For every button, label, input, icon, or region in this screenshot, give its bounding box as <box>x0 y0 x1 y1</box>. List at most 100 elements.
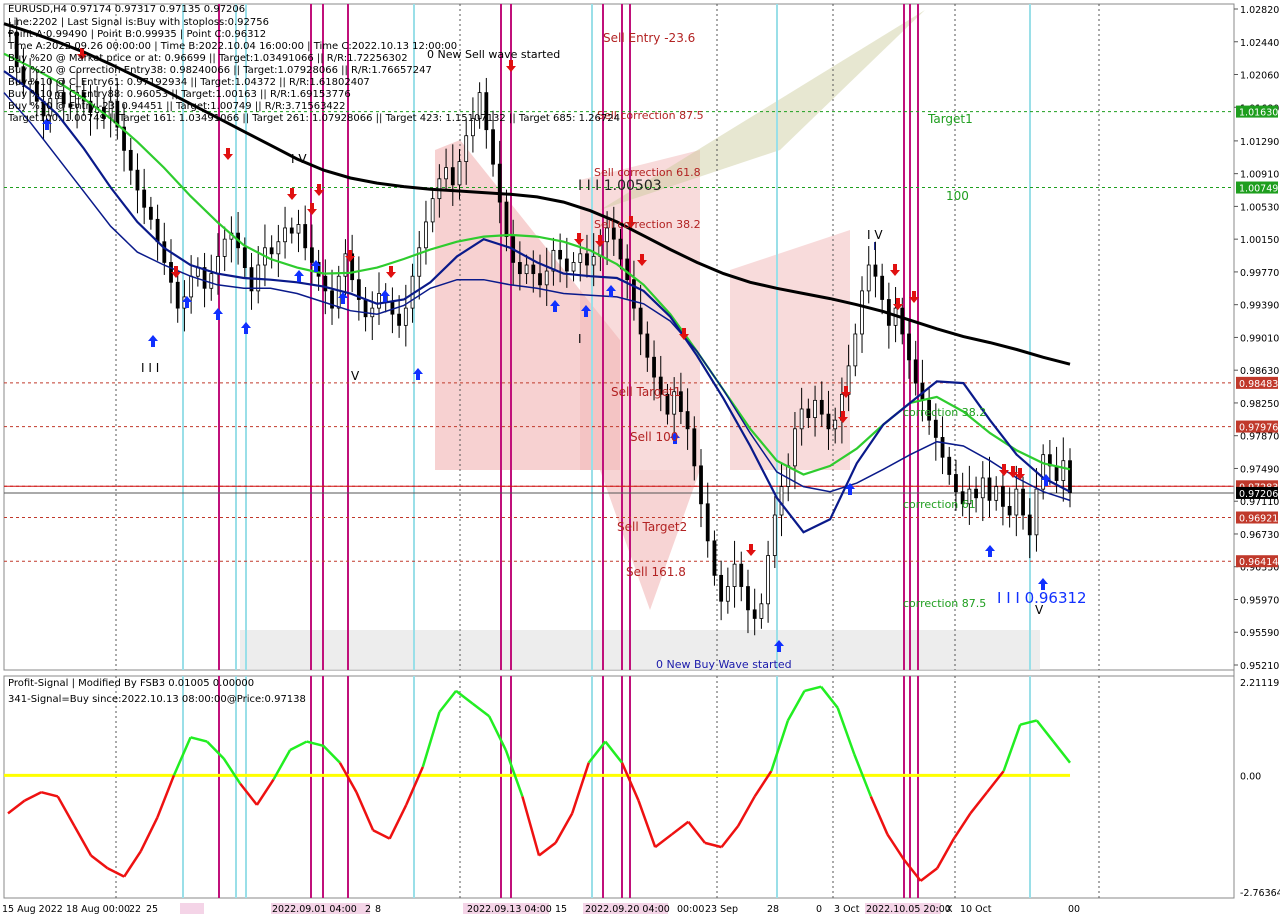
candle-body <box>685 411 690 430</box>
candle-body <box>806 408 811 418</box>
candle-body <box>1068 460 1072 493</box>
candle-body <box>585 253 589 266</box>
time-axis-label: 0 <box>816 904 822 915</box>
candle-body <box>880 275 885 300</box>
candle-body <box>175 281 180 309</box>
watermark-shape <box>730 230 850 470</box>
candle-body <box>531 264 536 275</box>
candle-body <box>538 273 542 286</box>
price-badge-label: 0.96414 <box>1239 557 1278 568</box>
candle-body <box>638 307 643 335</box>
indicator-tick-label: 2.21119 <box>1240 678 1279 689</box>
time-axis-label: 15 <box>555 904 567 915</box>
candle-body <box>994 486 999 501</box>
info-line-buy-entry38: Buy %20 @ Correction Entry38: 0.98240066… <box>8 65 432 76</box>
time-axis-label: 2 <box>365 904 371 915</box>
price-tick-label: 0.95210 <box>1240 661 1279 672</box>
candle-body <box>195 267 200 277</box>
candle-body <box>209 273 214 289</box>
candle-body <box>900 307 905 335</box>
candle-body <box>1007 505 1012 516</box>
candle-body <box>397 313 402 326</box>
chart-label-correction-61: correction 61 <box>903 498 976 511</box>
price-tick-label: 0.95970 <box>1240 595 1279 606</box>
candle-body <box>819 399 824 415</box>
candle-body <box>860 290 864 335</box>
candle-body <box>216 256 220 275</box>
time-axis-label: 00:00 <box>677 904 704 915</box>
price-tick-label: 1.00910 <box>1240 170 1279 181</box>
info-line-points: Point A:0.99490 | Point B:0.99935 | Poin… <box>8 29 267 40</box>
info-line-targets: Target100: 1.00749 || Target 161: 1.0349… <box>8 113 620 124</box>
price-badge-label: 1.01630 <box>1239 108 1278 119</box>
price-tick-label: 0.98630 <box>1240 366 1279 377</box>
price-tick-label: 0.99010 <box>1240 333 1279 344</box>
candle-body <box>974 488 978 499</box>
price-badge-label: 0.96921 <box>1239 514 1278 525</box>
chart-label-sell-corr-382: Sell correction 38.2 <box>594 218 701 231</box>
candle-body <box>725 586 730 602</box>
candle-body <box>873 264 878 277</box>
candle-body <box>1014 488 1019 516</box>
price-badge-label: 0.97976 <box>1239 423 1278 434</box>
price-tick-label: 0.99770 <box>1240 268 1279 279</box>
indicator-tick-label: 0.00 <box>1240 771 1261 782</box>
candle-body <box>222 238 227 257</box>
candle-body <box>269 247 274 255</box>
candle-body <box>980 477 985 499</box>
candle-body <box>947 456 952 475</box>
candle-body <box>907 333 911 361</box>
candle-body <box>913 359 918 384</box>
time-axis-label: 23 Sep <box>705 904 738 915</box>
chart-label-sell-entry: Sell Entry -23.6 <box>603 31 695 45</box>
indicator-frame <box>3 675 1235 899</box>
candle-body <box>705 503 710 542</box>
candle-body <box>625 258 630 281</box>
info-line-buy-entry88: Buy %10 @ C_Entry88: 0.96053 || Target:1… <box>8 89 351 100</box>
candle-body <box>296 224 301 234</box>
candle-body <box>746 586 750 611</box>
indicator-signal: 341-Signal=Buy since:2022.10.13 08:00:00… <box>8 694 306 705</box>
candle-body <box>370 307 375 318</box>
time-axis-label: 2022.09.20 04:00 <box>585 904 670 915</box>
candle-body <box>564 258 569 272</box>
price-tick-label: 0.99390 <box>1240 301 1279 312</box>
candle-body <box>457 161 462 186</box>
candle-body <box>826 413 831 430</box>
candle-body <box>591 256 596 266</box>
chart-label-correction-875: correction 87.5 <box>903 597 986 610</box>
info-line-last-signal: Line:2202 | Last Signal is:Buy with stop… <box>8 17 269 28</box>
candle-body <box>363 299 368 318</box>
candle-body <box>632 279 636 309</box>
price-tick-label: 1.02440 <box>1240 38 1279 49</box>
time-axis-label: 22 <box>129 904 141 915</box>
time-axis-label: 2022.10.05 20:00 <box>866 904 951 915</box>
candle-body <box>793 428 797 467</box>
time-axis-label: 10 Oct <box>960 904 992 915</box>
candle-body <box>189 275 194 298</box>
chart-label-level-100: 100 <box>946 189 969 203</box>
candle-body <box>618 238 623 260</box>
candle-body <box>276 241 281 255</box>
candle-body <box>719 574 724 602</box>
candle-body <box>759 603 764 619</box>
time-axis-label: 28 <box>767 904 779 915</box>
price-badge-label: 0.98483 <box>1239 379 1278 390</box>
price-badge-label: 1.00749 <box>1239 184 1278 195</box>
candle-body <box>853 333 858 367</box>
candle-body <box>1027 514 1032 536</box>
candle-body <box>303 224 308 249</box>
time-axis-label: 3 Oct <box>834 904 860 915</box>
chart-label-sell-1618: Sell 161.8 <box>626 565 686 579</box>
candle-body <box>645 333 650 358</box>
candle-body <box>739 563 744 587</box>
candle-body <box>444 167 448 180</box>
chart-label-sell-100: Sell 100 <box>630 430 678 444</box>
candle-body <box>544 270 549 286</box>
indicator-title: Profit-Signal | Modified By FSB3 0.01005… <box>8 678 255 689</box>
candle-body <box>155 218 160 243</box>
candle-body <box>517 262 522 275</box>
chart-label-wave-iii: I I I <box>141 361 159 375</box>
chart-label-wave-i-2: I <box>873 240 876 253</box>
info-line-buy-entry23: Buy %10 @ Entry -23: 0.94451 || Target:1… <box>8 101 346 112</box>
